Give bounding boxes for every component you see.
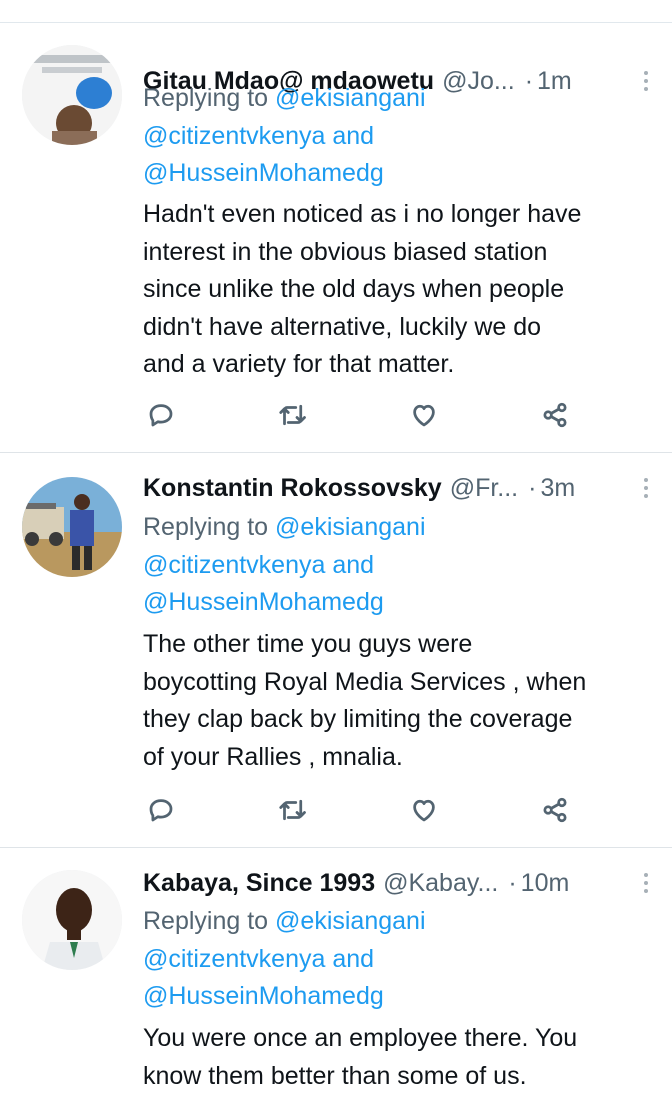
tweet-text: Hadn't even noticed as i no longer have … [143, 196, 652, 384]
avatar[interactable] [22, 870, 122, 970]
tweet[interactable]: Kabaya, Since 1993 @Kabay... · 10m Reply… [0, 848, 672, 1102]
more-options-icon[interactable] [638, 478, 654, 498]
mention-link[interactable]: @citizentvkenya [143, 551, 325, 579]
tweet-text-line: The other time you guys were [143, 630, 473, 658]
like-button[interactable] [404, 790, 444, 830]
heart-icon [413, 799, 435, 822]
tweet-text-line: of your Rallies , mnalia. [143, 742, 403, 771]
reply-button[interactable] [141, 395, 181, 435]
timestamp[interactable]: 3m [540, 474, 575, 503]
dot-separator: · [528, 473, 537, 502]
avatar[interactable] [22, 45, 122, 145]
tweet-actions [0, 395, 672, 435]
timestamp[interactable]: 10m [521, 869, 570, 898]
retweet-icon [279, 404, 306, 426]
tweet-text-line: Hadn't even noticed as i no longer have [143, 200, 582, 228]
mention-link[interactable]: @citizentvkenya [143, 122, 325, 150]
tweet[interactable]: Gitau Mdao@ mdaowetu @Jo... · 1m Replyin… [0, 23, 672, 453]
mention-link[interactable]: @HusseinMohamedg [143, 159, 384, 187]
author-name[interactable]: Konstantin Rokossovsky [143, 474, 442, 503]
mention-link[interactable]: @ekisiangani [275, 513, 425, 541]
mention-link[interactable]: @ekisiangani [275, 907, 425, 935]
top-divider [0, 0, 672, 23]
retweet-icon [279, 799, 306, 821]
reply-icon [149, 404, 173, 427]
like-button[interactable] [404, 395, 444, 435]
and-label: and [332, 550, 375, 579]
replying-to-label: Replying to [143, 907, 269, 935]
replying-to-label: Replying to [143, 513, 269, 541]
tweet-text-line: You were once an employee there. You [143, 1024, 578, 1052]
mention-link[interactable]: @HusseinMohamedg [143, 982, 384, 1010]
tweet-text-line: and a variety for that matter. [143, 350, 455, 378]
tweet-actions [0, 790, 672, 830]
reply-icon [149, 799, 173, 822]
replying-to-label: Replying to [143, 84, 269, 112]
author-handle[interactable]: @Fr... [450, 474, 518, 503]
tweet[interactable]: Konstantin Rokossovsky @Fr... · 3m Reply… [0, 453, 672, 848]
tweet-text-line: didn't have alternative, luckily we do [143, 312, 542, 341]
and-label: and [332, 121, 375, 150]
tweet-text-line: since unlike the old days when people [143, 275, 565, 303]
retweet-button[interactable] [272, 790, 312, 830]
reply-context: Replying to @ekisiangani @citizentvkenya… [143, 509, 652, 622]
mention-link[interactable]: @ekisiangani [275, 84, 425, 112]
avatar[interactable] [22, 477, 122, 577]
retweet-button[interactable] [272, 395, 312, 435]
share-icon [543, 797, 567, 823]
tweet-text: You were once an employee there. You kno… [143, 1020, 652, 1095]
dot-separator: · [508, 868, 517, 897]
reply-context: Replying to @ekisiangani @citizentvkenya… [143, 80, 652, 193]
share-icon [543, 402, 567, 428]
share-button[interactable] [535, 395, 575, 435]
more-options-icon[interactable] [638, 873, 654, 893]
mention-link[interactable]: @citizentvkenya [143, 945, 325, 973]
mention-link[interactable]: @HusseinMohamedg [143, 588, 384, 616]
tweet-text-line: know them better than some of us. [143, 1061, 527, 1090]
reply-context: Replying to @ekisiangani @citizentvkenya… [143, 903, 652, 1016]
tweet-text-line: interest in the obvious biased station [143, 237, 548, 266]
reply-button[interactable] [141, 790, 181, 830]
tweet-header: Kabaya, Since 1993 @Kabay... · 10m [143, 865, 654, 901]
tweet-header: Konstantin Rokossovsky @Fr... · 3m [143, 470, 654, 506]
and-label: and [332, 944, 375, 973]
author-handle[interactable]: @Kabay... [383, 869, 498, 898]
tweet-text: The other time you guys were boycotting … [143, 626, 652, 776]
tweet-text-line: boycotting Royal Media Services , when [143, 667, 587, 696]
heart-icon [413, 404, 435, 427]
tweet-text-line: they clap back by limiting the coverage [143, 705, 573, 733]
author-name[interactable]: Kabaya, Since 1993 [143, 869, 375, 898]
share-button[interactable] [535, 790, 575, 830]
